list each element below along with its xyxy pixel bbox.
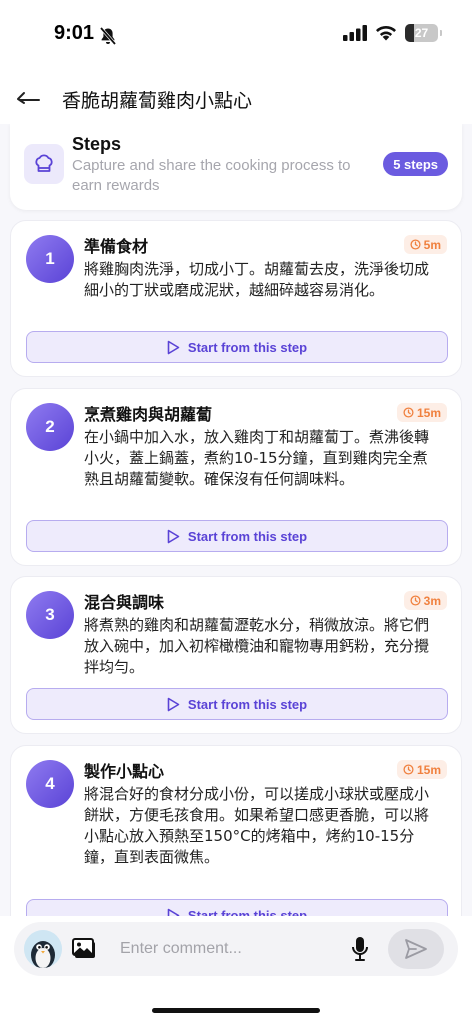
steps-summary-card: Steps Capture and share the cooking proc… bbox=[10, 124, 462, 210]
start-from-step-button[interactable]: Start from this step bbox=[26, 899, 448, 916]
status-time: 9:01 bbox=[54, 22, 95, 44]
step-description: 將混合好的食材分成小份，可以搓成小球狀或壓成小餅狀，方便毛孩食用。如果希望口感更… bbox=[84, 785, 430, 866]
clock-icon bbox=[403, 407, 414, 418]
back-button[interactable] bbox=[12, 82, 44, 112]
step-title: 烹煮雞肉與胡蘿蔔 bbox=[84, 405, 213, 424]
bell-off-icon bbox=[99, 26, 117, 46]
step-title: 製作小點心 bbox=[84, 762, 165, 781]
play-icon bbox=[167, 908, 180, 916]
step-number: 1 bbox=[26, 235, 74, 283]
image-icon bbox=[72, 938, 95, 958]
home-indicator bbox=[152, 1008, 320, 1013]
step-description: 將雞胸肉洗淨，切成小丁。胡蘿蔔去皮，洗淨後切成細小的丁狀或磨成泥狀，越細碎越容易… bbox=[84, 260, 430, 299]
send-icon bbox=[405, 939, 427, 959]
start-from-step-label: Start from this step bbox=[187, 696, 308, 712]
cellular-signal-icon bbox=[343, 25, 367, 41]
play-icon bbox=[167, 529, 180, 543]
step-title: 混合與調味 bbox=[84, 593, 165, 612]
start-from-step-label: Start from this step bbox=[187, 339, 308, 355]
steps-subtitle: Capture and share the cooking process to… bbox=[72, 157, 351, 194]
step-description: 將煮熟的雞肉和胡蘿蔔瀝乾水分，稍微放涼。將它們放入碗中，加入初榨橄欖油和寵物專用… bbox=[84, 616, 430, 676]
step-card: 2 烹煮雞肉與胡蘿蔔 15m 在小鍋中加入水，放入雞肉丁和胡蘿蔔丁。煮沸後轉小火… bbox=[10, 388, 462, 566]
step-time: 5m bbox=[423, 237, 441, 252]
steps-count-badge: 5 steps bbox=[383, 152, 448, 176]
image-upload-button[interactable] bbox=[72, 937, 98, 961]
status-bar: 9:01 27 bbox=[0, 0, 472, 70]
step-time-badge: 15m bbox=[396, 403, 447, 422]
chef-hat-icon bbox=[35, 154, 53, 172]
start-from-step-button[interactable]: Start from this step bbox=[26, 688, 448, 720]
avatar[interactable] bbox=[24, 930, 62, 968]
battery-indicator: 27 bbox=[405, 24, 438, 42]
step-time: 3m bbox=[423, 593, 441, 608]
back-arrow-icon bbox=[17, 92, 40, 104]
battery-level: 27 bbox=[414, 26, 429, 40]
penguin-avatar-icon bbox=[24, 930, 62, 968]
microphone-button[interactable] bbox=[350, 936, 370, 962]
step-number: 4 bbox=[26, 760, 74, 808]
chef-hat-icon-box bbox=[24, 144, 64, 184]
comment-area bbox=[0, 916, 472, 1024]
step-time: 15m bbox=[416, 762, 441, 777]
step-card: 1 準備食材 5m 將雞胸肉洗淨，切成小丁。胡蘿蔔去皮，洗淨後切成細小的丁狀或磨… bbox=[10, 220, 462, 377]
clock-icon bbox=[403, 764, 414, 775]
step-title: 準備食材 bbox=[84, 237, 149, 256]
clock-icon bbox=[410, 239, 421, 250]
page-title: 香脆胡蘿蔔雞肉小點心 bbox=[62, 90, 253, 112]
step-number: 2 bbox=[26, 403, 74, 451]
start-from-step-button[interactable]: Start from this step bbox=[26, 520, 448, 552]
start-from-step-button[interactable]: Start from this step bbox=[26, 331, 448, 363]
play-icon bbox=[167, 697, 180, 711]
microphone-icon bbox=[352, 937, 368, 961]
steps-title: Steps bbox=[72, 134, 122, 154]
battery-tip bbox=[440, 30, 442, 36]
step-card: 3 混合與調味 3m 將煮熟的雞肉和胡蘿蔔瀝乾水分，稍微放涼。將它們放入碗中，加… bbox=[10, 576, 462, 734]
step-time-badge: 3m bbox=[403, 591, 447, 610]
comment-bar bbox=[14, 922, 458, 976]
start-from-step-label: Start from this step bbox=[187, 528, 308, 544]
step-description: 在小鍋中加入水，放入雞肉丁和胡蘿蔔丁。煮沸後轉小火，蓋上鍋蓋，煮約10-15分鐘… bbox=[84, 428, 430, 488]
start-from-step-label: Start from this step bbox=[187, 907, 308, 917]
wifi-icon bbox=[376, 25, 396, 41]
send-button[interactable] bbox=[388, 929, 444, 969]
status-indicators: 27 bbox=[343, 24, 442, 42]
comment-input[interactable] bbox=[120, 935, 340, 963]
step-time-badge: 5m bbox=[403, 235, 447, 254]
battery-level-fill bbox=[405, 24, 414, 42]
page-header: 香脆胡蘿蔔雞肉小點心 bbox=[0, 70, 472, 124]
step-card: 4 製作小點心 15m 將混合好的食材分成小份，可以搓成小球狀或壓成小餅狀，方便… bbox=[10, 745, 462, 916]
clock-icon bbox=[410, 595, 421, 606]
step-time-badge: 15m bbox=[396, 760, 447, 779]
step-number: 3 bbox=[26, 591, 74, 639]
play-icon bbox=[167, 340, 180, 354]
step-time: 15m bbox=[416, 405, 441, 420]
steps-content[interactable]: Steps Capture and share the cooking proc… bbox=[0, 124, 472, 916]
